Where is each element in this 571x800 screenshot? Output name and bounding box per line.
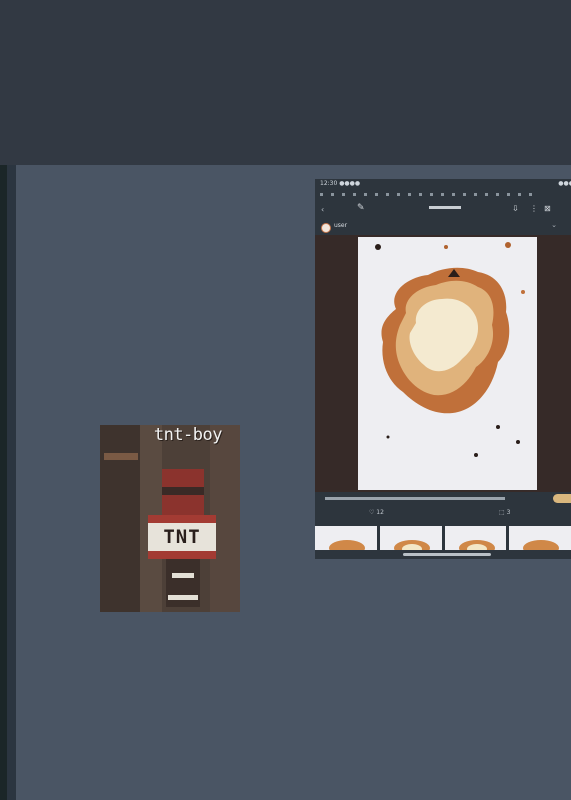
left-edge bbox=[0, 165, 7, 800]
avatar[interactable] bbox=[321, 223, 331, 233]
preview-image-frame bbox=[315, 235, 571, 492]
character-head bbox=[162, 469, 204, 515]
thumb-blob bbox=[523, 540, 560, 550]
preview-nav: ‹ ✎ ⇩ ⋮ ⊠ bbox=[315, 203, 571, 215]
toolbar-dots bbox=[320, 191, 570, 197]
more-icon[interactable]: ⋮ bbox=[530, 204, 538, 213]
caption-row bbox=[315, 494, 571, 505]
character-legs bbox=[166, 559, 200, 607]
scroll-indicator[interactable] bbox=[403, 553, 491, 556]
background-streak bbox=[104, 453, 138, 460]
thumbnail[interactable] bbox=[509, 526, 571, 550]
thumb-blob bbox=[329, 540, 365, 550]
left-gutter bbox=[7, 165, 16, 800]
thumbnail[interactable] bbox=[444, 526, 507, 550]
tnt-text: TNT bbox=[163, 526, 201, 548]
leg-stripe bbox=[172, 573, 194, 578]
chevron-down-icon[interactable]: ⌄ bbox=[551, 221, 557, 229]
sticker-label: tnt-boy bbox=[153, 425, 223, 445]
likes-count[interactable]: ♡ 12 bbox=[369, 509, 384, 516]
head-stripe bbox=[162, 487, 204, 495]
thumb-blob bbox=[466, 544, 487, 550]
caption-text bbox=[325, 497, 505, 500]
thumbnail-strip bbox=[315, 526, 571, 552]
stats-row: ♡ 12 ⬚ 3 bbox=[315, 509, 571, 521]
tnt-boy-sticker[interactable]: tnt-boy TNT bbox=[100, 425, 240, 612]
close-icon[interactable]: ⊠ bbox=[544, 204, 551, 213]
nav-title bbox=[429, 206, 461, 209]
phone-preview[interactable]: 12:30 ●●●● ●●● ‹ ✎ ⇩ ⋮ ⊠ user ⌄ bbox=[315, 179, 571, 559]
tnt-block: TNT bbox=[148, 515, 216, 559]
status-icons: ●●● bbox=[558, 180, 571, 187]
thumb-blob bbox=[401, 544, 422, 550]
leg-stripe bbox=[168, 595, 198, 600]
download-icon[interactable]: ⇩ bbox=[512, 204, 519, 213]
user-row: user ⌄ bbox=[315, 220, 571, 234]
status-bar: 12:30 ●●●● ●●● bbox=[315, 179, 571, 189]
thumbnail[interactable] bbox=[379, 526, 442, 550]
top-bar bbox=[0, 0, 571, 165]
status-time: 12:30 ●●●● bbox=[320, 180, 361, 187]
back-icon[interactable]: ‹ bbox=[321, 205, 324, 214]
user-name[interactable]: user bbox=[334, 222, 347, 229]
thumbnail[interactable] bbox=[315, 526, 377, 550]
bread-image bbox=[375, 242, 525, 457]
edit-icon[interactable]: ✎ bbox=[357, 203, 365, 213]
preview-photo[interactable] bbox=[358, 237, 537, 490]
tag-badge[interactable] bbox=[553, 494, 571, 503]
comments-count[interactable]: ⬚ 3 bbox=[499, 509, 510, 516]
